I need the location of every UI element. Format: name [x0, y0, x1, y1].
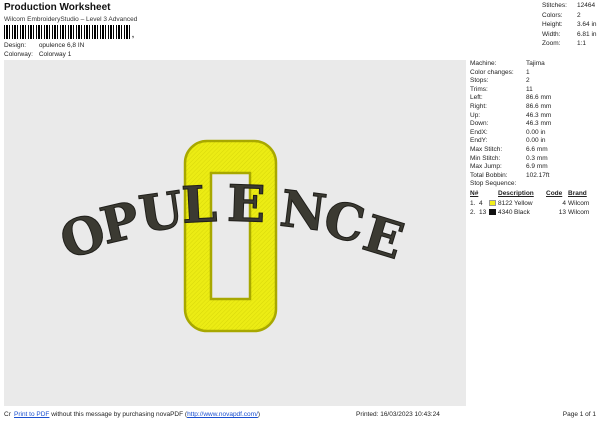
- color-swatch-black: [489, 209, 496, 216]
- info-up: Up: 46.3 mm: [470, 111, 552, 119]
- printed-timestamp: Printed: 16/03/2023 10:43:24: [356, 411, 440, 418]
- embroidery-artwork: O P U L E N C E: [52, 139, 411, 333]
- info-right: Right: 86.6 mm: [470, 102, 552, 110]
- info-endy: EndY: 0.00 in: [470, 137, 546, 145]
- stop-row-2: 2. 13 4340 Black 13 Wilcom: [470, 208, 590, 216]
- info-machine: Machine: Tajima: [470, 60, 545, 67]
- stat-height: Height: 3.64 in: [542, 21, 597, 28]
- big-yellow-o: [183, 139, 278, 333]
- stat-zoom: Zoom: 1:1: [542, 40, 587, 47]
- header-brand: Brand: [568, 189, 587, 197]
- info-trims: Trims: 11: [470, 85, 533, 93]
- design-value: opulence 6,8 IN: [38, 42, 85, 49]
- header-description: Description: [498, 189, 534, 197]
- info-min-stitch: Min Stitch: 0.3 mm: [470, 154, 548, 162]
- novapdf-url-link[interactable]: http://www.novapdf.com/: [187, 411, 258, 418]
- stop-sequence-label: Stop Sequence:: [470, 180, 517, 188]
- header-n: N#: [470, 189, 479, 197]
- software-subtitle: Wilcom EmbroideryStudio – Level 3 Advanc…: [4, 16, 138, 23]
- machine-info-panel: Machine: Tajima Color changes: 1 Stops: 2 T…: [470, 60, 598, 406]
- letter-e: E: [226, 174, 266, 234]
- color-swatch-yellow: [489, 200, 496, 207]
- colorway-value: Colorway 1: [38, 51, 72, 58]
- stats-panel: Stitches: 12464 Colors: 2 Height: 3.64 in W…: [542, 2, 597, 50]
- barcode: [4, 25, 130, 39]
- info-total-bobbin: Total Bobbin: 102.17ft: [470, 171, 550, 179]
- colorway-row: Colorway: Colorway 1: [4, 51, 71, 58]
- header-code: Code: [546, 189, 563, 197]
- print-to-pdf-link[interactable]: Print to PDF: [14, 411, 49, 418]
- footer-message: Print to PDF without this message by pur…: [14, 411, 261, 418]
- info-endx: EndX: 0.00 in: [470, 128, 546, 136]
- info-max-stitch: Max Stitch: 6.6 mm: [470, 145, 548, 153]
- design-label: Design:: [4, 42, 27, 49]
- letter-l: L: [180, 174, 218, 235]
- info-down: Down: 46.3 mm: [470, 120, 552, 128]
- stop-row-1: 1. 4 8122 Yellow 4 Wilcom: [470, 199, 590, 207]
- page-number: Page 1 of 1: [562, 411, 596, 418]
- info-left: Left: 86.6 mm: [470, 94, 552, 102]
- stat-stitches: Stitches: 12464: [542, 2, 596, 9]
- colorway-label: Colorway:: [4, 51, 33, 58]
- footer-cr: Cr: [4, 411, 11, 418]
- stat-colors: Colors: 2: [542, 11, 581, 19]
- stat-width: Width: 6.81 in: [542, 30, 597, 38]
- design-row: Design: opulence 6,8 IN: [4, 42, 84, 49]
- info-max-jump: Max Jump: 6.9 mm: [470, 163, 548, 171]
- stop-sequence-header: N# Description Code Brand: [470, 190, 598, 199]
- info-color-changes: Color changes: 1: [470, 68, 530, 76]
- info-stops: Stops: 2: [470, 77, 530, 85]
- barcode-mark: ,: [132, 32, 134, 39]
- design-preview: O P U L E N C E: [4, 60, 466, 406]
- page-title: Production Worksheet: [4, 2, 111, 13]
- letter-u: U: [135, 179, 186, 243]
